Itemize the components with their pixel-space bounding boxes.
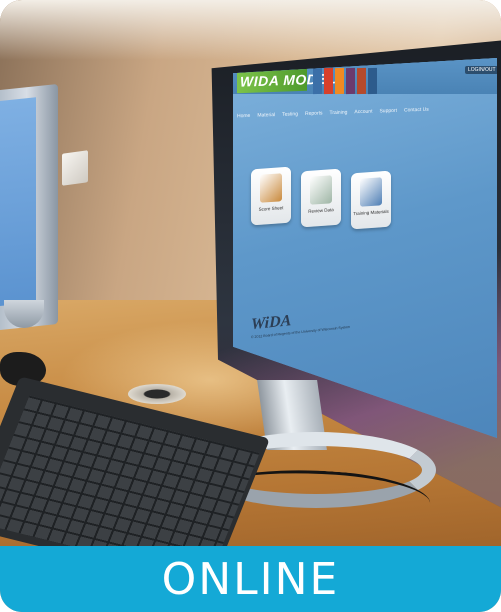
brand-stripe bbox=[313, 67, 322, 95]
nav-item-home[interactable]: Home bbox=[237, 113, 250, 119]
desk-cable-grommet bbox=[128, 384, 186, 404]
nav-item-contact[interactable]: Contact Us bbox=[404, 107, 429, 114]
nav-item-support[interactable]: Support bbox=[379, 108, 397, 115]
brand-stripe bbox=[324, 67, 333, 95]
tile-review-data[interactable]: Review Data bbox=[301, 168, 341, 228]
nav-item-account[interactable]: Account bbox=[354, 109, 372, 116]
nav-item-reports[interactable]: Reports bbox=[305, 110, 323, 117]
review-data-icon bbox=[310, 175, 332, 205]
login-button[interactable]: LOGIN/OUT bbox=[465, 66, 497, 74]
wall-outlet-plate bbox=[62, 150, 88, 186]
caption-text: ONLINE bbox=[161, 553, 340, 605]
brand-stripe bbox=[335, 67, 344, 95]
nav-item-training[interactable]: Training bbox=[330, 110, 348, 117]
brand-stripe bbox=[357, 67, 366, 95]
brand-stripe bbox=[368, 67, 377, 95]
tile-label: Review Data bbox=[308, 207, 334, 214]
photo-card: WIDA MODEL LOGIN/OUT Home Material Testing… bbox=[0, 0, 501, 612]
nav-item-material[interactable]: Material bbox=[257, 112, 275, 119]
tile-label: Training Materials bbox=[353, 208, 389, 217]
caption-bar: ONLINE bbox=[0, 546, 501, 612]
brand-stripe bbox=[346, 67, 355, 95]
nav-item-testing[interactable]: Testing bbox=[282, 111, 298, 118]
tile-training-materials[interactable]: Training Materials bbox=[351, 170, 391, 230]
left-monitor-screen bbox=[0, 97, 36, 308]
score-sheet-icon bbox=[260, 173, 282, 203]
tile-score-sheet[interactable]: Score Sheet bbox=[251, 166, 291, 226]
training-materials-icon bbox=[360, 177, 382, 207]
tile-label: Score Sheet bbox=[258, 205, 284, 212]
